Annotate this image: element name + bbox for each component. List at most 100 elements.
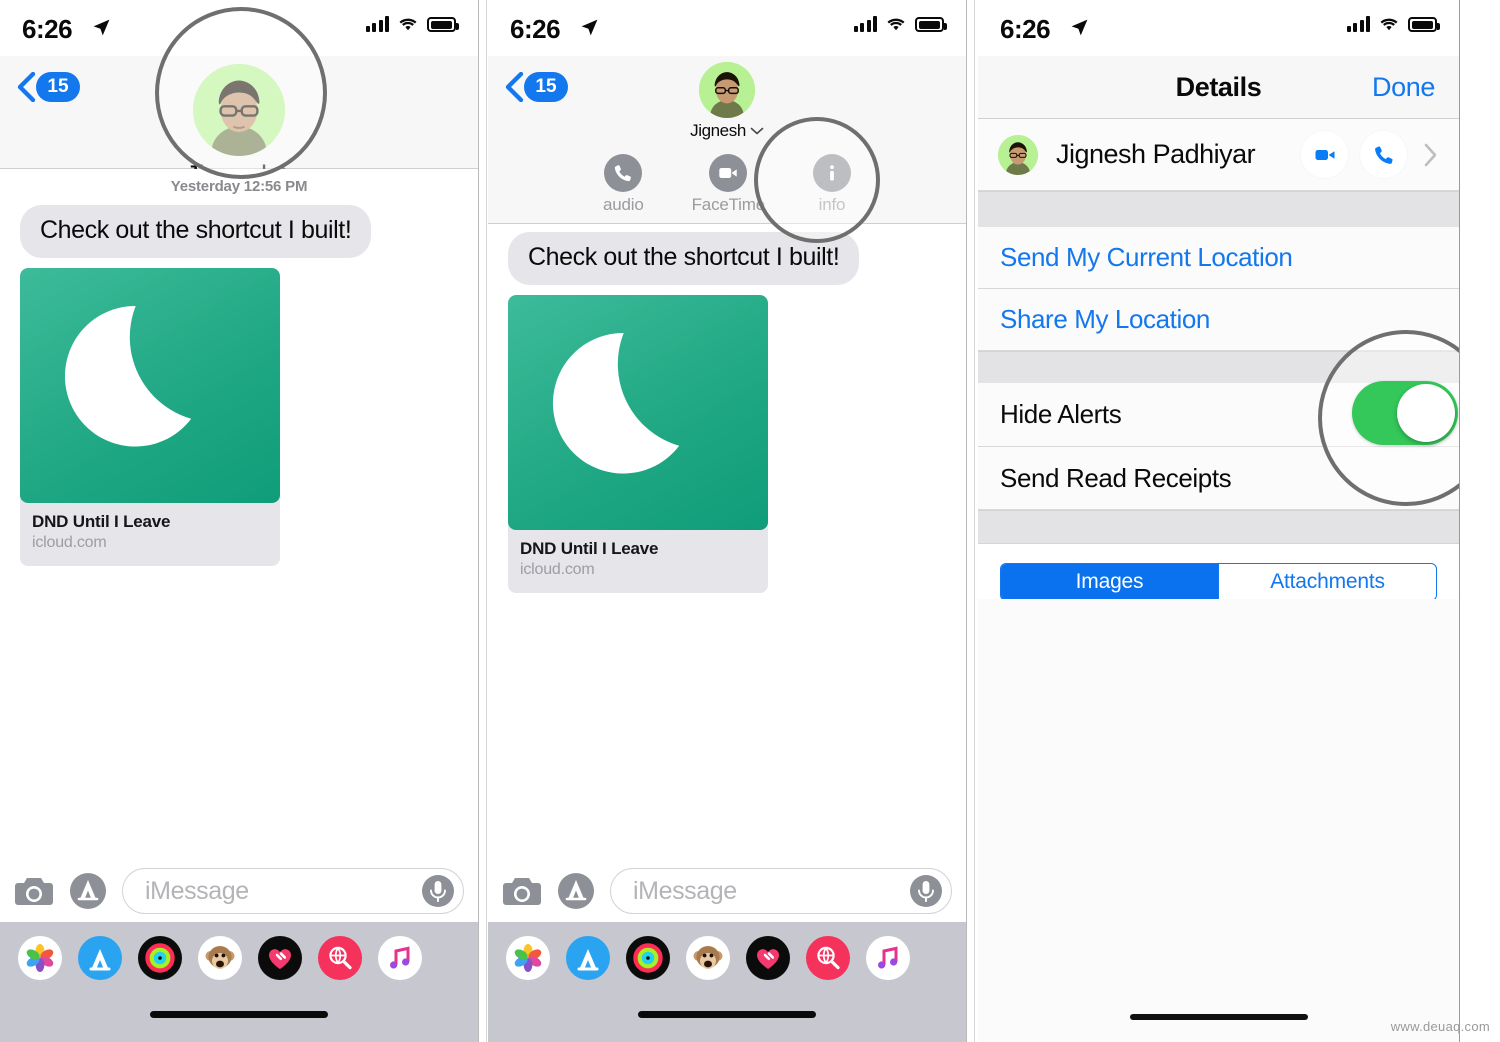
status-bar-time: 6:26 [510,14,561,44]
attachment-title: DND Until I Leave [32,512,171,531]
attachment-source: icloud.com [520,561,595,578]
status-bar-time: 6:26 [22,14,73,44]
message-input-placeholder: iMessage [145,876,249,905]
video-camera-icon [1315,149,1334,160]
music-app-icon[interactable] [378,936,422,980]
message-list: Check out the shortcut I built! DND Unti… [488,224,966,880]
app-store-icon[interactable] [68,871,108,911]
app-drawer [0,922,478,1042]
app-store-app-icon[interactable] [78,936,122,980]
link-attachment-card[interactable]: DND Until I Leave icloud.com [508,295,768,593]
app-drawer [488,922,966,1042]
conversation-header: 15 Jignesh [488,56,966,224]
avatar-photo [699,62,755,118]
share-my-location-row[interactable]: Share My Location [978,289,1459,351]
avatar[interactable] [699,62,755,118]
wifi-icon [1380,18,1398,31]
status-bar-indicators [365,16,459,32]
facetime-button[interactable]: FaceTime [692,154,765,215]
hide-alerts-toggle[interactable] [1352,381,1458,445]
monkey-animoji-icon[interactable] [198,936,242,980]
location-arrow-icon [93,19,110,36]
message-bubble[interactable]: Check out the shortcut I built! [508,232,860,285]
done-button[interactable]: Done [1372,72,1435,103]
video-call-button[interactable] [1301,131,1348,178]
link-attachment-card[interactable]: DND Until I Leave icloud.com [20,268,280,566]
cellular-bars-icon [365,16,389,32]
message-input[interactable]: iMessage [610,868,952,914]
header-contact[interactable]: Jignesh [488,56,966,141]
shortcut-art [20,268,280,503]
avatar[interactable] [193,64,285,156]
microphone-icon[interactable] [421,874,455,908]
attachment-source: icloud.com [32,534,107,551]
app-store-icon[interactable] [556,871,596,911]
panel-divider [966,0,967,1042]
images-search-app-icon[interactable] [318,936,362,980]
app-drawer-row [0,922,478,980]
app-drawer-row [488,922,966,980]
app-store-app-icon[interactable] [566,936,610,980]
video-camera-icon [709,154,748,192]
message-input[interactable]: iMessage [122,868,464,914]
message-bubble[interactable]: Check out the shortcut I built! [20,205,372,258]
segment-attachments[interactable]: Attachments [1218,564,1436,600]
header-contact-name[interactable]: Jignesh [690,121,764,141]
facetime-label: FaceTime [691,195,766,214]
send-read-receipts-row[interactable]: Send Read Receipts [978,447,1459,510]
info-icon [812,154,851,192]
activity-rings-app-icon[interactable] [626,936,670,980]
section-gap [978,510,1459,544]
digital-touch-app-icon[interactable] [746,936,790,980]
contact-action-row: audio FaceTime info [488,154,966,215]
wifi-icon [399,18,417,31]
segment-images[interactable]: Images [1001,564,1218,600]
microphone-icon[interactable] [909,874,943,908]
section-gap [978,191,1459,229]
status-bar-time: 6:26 [1000,14,1051,44]
audio-call-label: audio [603,195,644,214]
compose-bar: iMessage [0,860,478,922]
avatar-photo [193,64,285,156]
details-nav-bar: Details Done [978,56,1459,119]
battery-full-icon [1408,17,1440,32]
avatar-photo [998,134,1038,175]
attachments-segmented-control[interactable]: Images Attachments [1000,563,1437,601]
digital-touch-app-icon[interactable] [258,936,302,980]
activity-rings-app-icon[interactable] [138,936,182,980]
phone-call-button[interactable] [1360,131,1407,178]
home-indicator [638,1011,816,1018]
status-bar-indicators [1346,16,1440,32]
crescent-moon-icon [64,305,191,447]
panel-conversation-details: 6:26 Details Done Jignesh Padhiyar Send … [978,0,1459,1042]
message-input-placeholder: iMessage [633,876,737,905]
monkey-animoji-icon[interactable] [686,936,730,980]
contact-full-name: Jignesh Padhiyar [1056,139,1256,169]
camera-icon[interactable] [502,875,542,907]
wifi-icon [887,18,905,31]
info-button[interactable]: info [812,154,851,215]
avatar [998,134,1038,175]
home-indicator [1129,1014,1308,1020]
send-current-location-label: Send My Current Location [1000,242,1293,272]
home-indicator [150,1011,328,1018]
audio-call-button[interactable]: audio [603,154,644,215]
panel-messages-conversation: 6:26 15 Yesterday 12:56 PM Check out the… [0,0,478,1042]
contact-row[interactable]: Jignesh Padhiyar [978,119,1459,191]
send-current-location-row[interactable]: Send My Current Location [978,227,1459,289]
location-arrow-icon [1071,19,1088,36]
location-arrow-icon [581,19,598,36]
conversation-header: 15 Jignesh [0,56,478,190]
music-app-icon[interactable] [866,936,910,980]
images-search-app-icon[interactable] [806,936,850,980]
photos-app-icon[interactable] [506,936,550,980]
section-gap [978,351,1459,385]
status-bar: 6:26 [0,0,478,56]
panel-divider [1459,0,1460,1042]
chevron-right-icon[interactable] [1423,142,1439,168]
info-label: info [818,195,846,214]
photos-app-icon[interactable] [18,936,62,980]
battery-full-icon [915,17,947,32]
camera-icon[interactable] [14,875,54,907]
panel-divider [478,0,479,1042]
